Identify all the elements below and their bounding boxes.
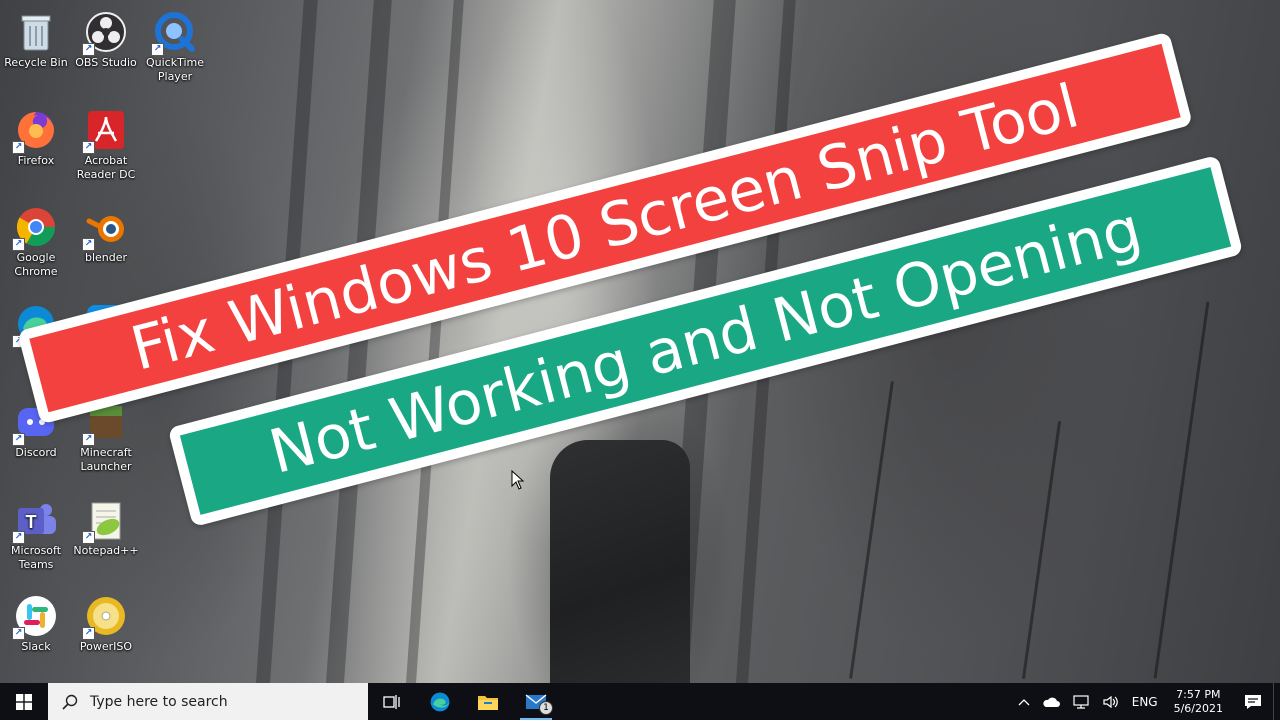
desktop-icon-acrobat-reader[interactable]: ↗ Acrobat Reader DC: [72, 104, 140, 182]
show-desktop-button[interactable]: [1273, 683, 1280, 720]
desktop-icon-label: Microsoft Teams: [10, 544, 62, 571]
chevron-up-icon: [1018, 698, 1030, 705]
teams-icon: T ↗: [12, 498, 58, 544]
desktop-icon-label: Firefox: [17, 154, 55, 167]
desktop-icon-label: Google Chrome: [14, 251, 58, 278]
windows-logo-icon: [16, 693, 32, 710]
desktop-icon-recycle-bin[interactable]: Recycle Bin: [2, 6, 70, 70]
firefox-icon: ↗: [12, 108, 58, 154]
desktop-icon-label: OBS Studio: [75, 56, 137, 69]
desktop-icon-label: PowerISO: [79, 640, 133, 653]
search-placeholder: Type here to search: [90, 693, 228, 710]
speaker-icon: [1103, 695, 1118, 708]
taskbar-search-box[interactable]: Type here to search: [48, 683, 368, 720]
clock-time: 7:57 PM: [1176, 687, 1221, 701]
desktop-icon-microsoft-teams[interactable]: T ↗ Microsoft Teams: [2, 494, 70, 572]
desktop-icon-label: Discord: [15, 446, 57, 459]
input-language-button[interactable]: ENG: [1126, 683, 1164, 720]
search-icon: [62, 694, 78, 710]
notepadpp-icon: ↗: [82, 498, 128, 544]
desktop-icon-google-chrome[interactable]: ↗ Google Chrome: [2, 201, 70, 279]
mail-badge: 1: [539, 701, 553, 715]
blender-icon: ↗: [82, 205, 128, 251]
clock-date: 5/6/2021: [1173, 701, 1223, 715]
acrobat-icon: ↗: [82, 108, 128, 154]
desktop-icon-firefox[interactable]: ↗ Firefox: [2, 104, 70, 168]
desktop-icon-notepadpp[interactable]: ↗ Notepad++: [72, 494, 140, 558]
taskbar: Type here to search 1 ENG 7:57 PM 5/6/20…: [0, 683, 1280, 720]
desktop-icon-quicktime-player[interactable]: ↗ QuickTime Player: [141, 6, 209, 84]
taskbar-mail[interactable]: 1: [512, 683, 560, 720]
desktop-icon-label: Slack: [21, 640, 51, 653]
show-hidden-icons-button[interactable]: [1012, 683, 1036, 720]
desktop-icon-label: Recycle Bin: [4, 56, 68, 69]
slack-icon: ↗: [12, 594, 58, 640]
desktop-icon-label: QuickTime Player: [145, 56, 205, 83]
network-button[interactable]: [1066, 683, 1096, 720]
taskbar-file-explorer[interactable]: [464, 683, 512, 720]
system-tray: ENG 7:57 PM 5/6/2021: [1012, 683, 1280, 720]
network-icon: [1073, 694, 1089, 709]
taskbar-task-view[interactable]: [368, 683, 416, 720]
desktop-icon-obs-studio[interactable]: ↗ OBS Studio: [72, 6, 140, 70]
volume-button[interactable]: [1096, 683, 1126, 720]
recycle-bin-icon: [14, 10, 58, 54]
desktop-icon-poweriso[interactable]: ↗ PowerISO: [72, 590, 140, 654]
desktop-icon-label: Notepad++: [73, 544, 139, 557]
desktop-icon-label: blender: [84, 251, 128, 264]
svg-text:T: T: [26, 512, 37, 532]
quicktime-icon: ↗: [151, 10, 197, 56]
mouse-cursor-icon: [511, 470, 525, 490]
desktop-icon-label: Acrobat Reader DC: [76, 154, 136, 181]
poweriso-icon: ↗: [82, 594, 128, 640]
taskbar-clock[interactable]: 7:57 PM 5/6/2021: [1164, 688, 1233, 716]
task-view-icon: [383, 694, 400, 709]
file-explorer-icon: [478, 695, 498, 710]
action-center-button[interactable]: [1233, 683, 1273, 720]
taskbar-edge[interactable]: [416, 683, 464, 720]
desktop-icon-label: Minecraft Launcher: [80, 446, 132, 473]
notification-icon: [1245, 694, 1261, 709]
cloud-icon: [1043, 697, 1060, 707]
obs-studio-icon: ↗: [82, 10, 128, 56]
onedrive-button[interactable]: [1036, 683, 1066, 720]
start-button[interactable]: [0, 683, 48, 720]
desktop-icon-blender[interactable]: ↗ blender: [72, 201, 140, 265]
chrome-icon: ↗: [12, 205, 58, 251]
edge-icon: [430, 692, 450, 711]
desktop-icon-slack[interactable]: ↗ Slack: [2, 590, 70, 654]
